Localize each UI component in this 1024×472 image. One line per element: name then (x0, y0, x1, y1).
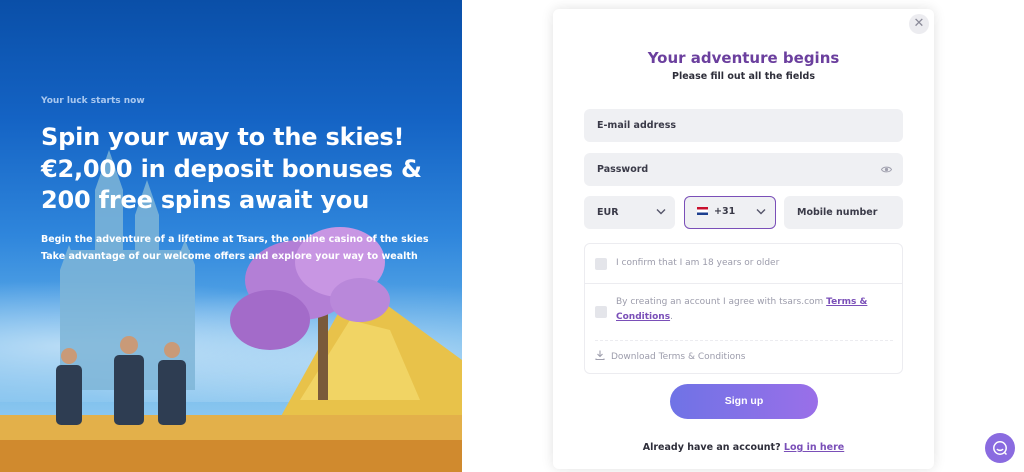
email-placeholder: E-mail address (597, 120, 677, 131)
signup-subtitle: Please fill out all the fields (672, 71, 815, 82)
password-placeholder: Password (597, 164, 649, 175)
chat-button[interactable] (985, 433, 1015, 463)
age-confirm-checkbox[interactable] (595, 258, 607, 270)
signup-title: Your adventure begins (647, 49, 840, 67)
age-confirm-label: I confirm that I am 18 years or older (616, 258, 780, 268)
hero-description-line-1: Begin the adventure of a lifetime at Tsa… (41, 233, 429, 245)
chat-icon (993, 441, 1008, 456)
chevron-down-icon (756, 209, 766, 215)
chevron-down-icon (656, 209, 666, 215)
terms-prefix: By creating an account I agree with tsar… (616, 297, 827, 307)
currency-value: EUR (597, 207, 619, 218)
phone-code-value: +31 (714, 206, 736, 217)
consent-box: I confirm that I am 18 years or older By… (584, 243, 903, 374)
email-field[interactable]: E-mail address (584, 109, 903, 142)
close-button[interactable]: ✕ (909, 14, 929, 34)
download-icon (595, 350, 605, 360)
terms-checkbox[interactable] (595, 306, 607, 318)
signup-card: ✕ Your adventure begins Please fill out … (553, 9, 934, 469)
terms-suffix: . (670, 312, 673, 322)
consent-divider (595, 340, 893, 341)
password-field[interactable]: Password (584, 153, 903, 186)
login-prompt: Already have an account? Log in here (553, 442, 934, 453)
phone-code-select[interactable]: +31 (684, 196, 776, 229)
download-terms-label: Download Terms & Conditions (611, 352, 746, 362)
currency-select[interactable]: EUR (584, 196, 675, 229)
mobile-placeholder: Mobile number (797, 207, 878, 218)
login-prompt-text: Already have an account? (642, 442, 784, 453)
hero-panel: Your luck starts now Spin your way to th… (0, 0, 462, 472)
download-terms-link[interactable]: Download Terms & Conditions (595, 350, 745, 362)
login-link[interactable]: Log in here (784, 442, 844, 453)
hero-description-line-2: Take advantage of our welcome offers and… (41, 250, 418, 262)
sign-up-button[interactable]: Sign up (670, 384, 818, 419)
mobile-number-field[interactable]: Mobile number (784, 196, 903, 229)
terms-label: By creating an account I agree with tsar… (616, 295, 876, 325)
hero-tagline: Your luck starts now (41, 96, 145, 106)
hero-text: Your luck starts now Spin your way to th… (41, 96, 441, 265)
hero-headline: Spin your way to the skies! €2,000 in de… (41, 123, 422, 214)
close-icon: ✕ (913, 16, 925, 31)
netherlands-flag-icon (697, 207, 708, 215)
eye-icon[interactable] (881, 164, 892, 175)
hero-description: Begin the adventure of a lifetime at Tsa… (41, 231, 441, 265)
